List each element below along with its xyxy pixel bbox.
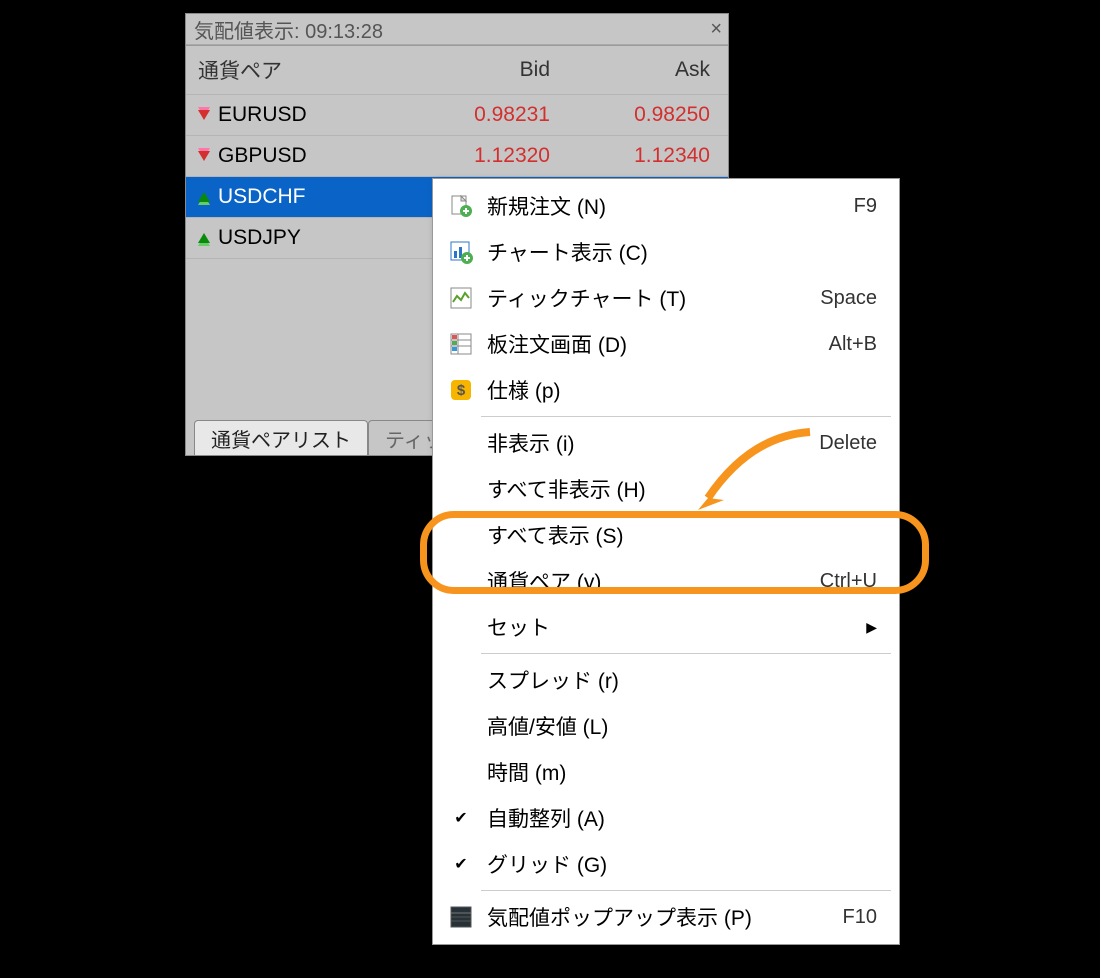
- menu-item[interactable]: チャート表示 (C): [435, 229, 897, 275]
- menu-shortcut: Delete: [819, 432, 877, 455]
- menu-label: 板注文画面 (D): [481, 329, 829, 359]
- arrow-down-icon: [198, 110, 210, 120]
- symbol-name: EURUSD: [218, 103, 307, 127]
- menu-item[interactable]: $ 仕様 (p): [435, 367, 897, 413]
- menu-shortcut: Alt+B: [829, 333, 877, 356]
- menu-shortcut: F10: [843, 906, 877, 929]
- menu-item[interactable]: 気配値ポップアップ表示 (P)F10: [435, 894, 897, 940]
- menu-item[interactable]: 新規注文 (N)F9: [435, 183, 897, 229]
- menu-item[interactable]: 時間 (m): [435, 749, 897, 795]
- header-bid: Bid: [400, 58, 560, 82]
- menu-label: 新規注文 (N): [481, 191, 854, 221]
- menu-label: 仕様 (p): [481, 375, 877, 405]
- symbol-name: USDJPY: [218, 226, 301, 250]
- header-pair: 通貨ペア: [186, 55, 400, 85]
- menu-item[interactable]: すべて非表示 (H): [435, 466, 897, 512]
- market-watch-title: 気配値表示: 09:13:28: [194, 15, 383, 44]
- header-ask: Ask: [560, 58, 728, 82]
- menu-label: グリッド (G): [481, 849, 877, 879]
- context-menu: 新規注文 (N)F9チャート表示 (C)ティックチャート (T)Space板注文…: [432, 178, 900, 945]
- menu-separator: [481, 890, 891, 891]
- menu-label: 自動整列 (A): [481, 803, 877, 833]
- symbol-name: USDCHF: [218, 185, 306, 209]
- spec-icon: $: [441, 378, 481, 402]
- menu-shortcut: Ctrl+U: [820, 570, 877, 593]
- menu-label: スプレッド (r): [481, 665, 877, 695]
- menu-label: 非表示 (i): [481, 428, 819, 458]
- close-icon[interactable]: ×: [710, 18, 722, 41]
- arrow-up-icon: [198, 192, 210, 202]
- svg-text:$: $: [457, 382, 466, 399]
- menu-label: すべて非表示 (H): [481, 474, 877, 504]
- ask-price: 0.98250: [560, 103, 728, 127]
- menu-shortcut: Space: [820, 287, 877, 310]
- check-icon: ✔: [441, 808, 481, 828]
- menu-item[interactable]: ✔自動整列 (A): [435, 795, 897, 841]
- menu-item[interactable]: スプレッド (r): [435, 657, 897, 703]
- menu-label: 高値/安値 (L): [481, 711, 877, 741]
- doc-plus-icon: [441, 194, 481, 218]
- menu-item[interactable]: すべて表示 (S): [435, 512, 897, 558]
- submenu-arrow-icon: ▶: [866, 619, 877, 636]
- popup-icon: [441, 905, 481, 929]
- arrow-up-icon: [198, 233, 210, 243]
- tick-icon: [441, 286, 481, 310]
- menu-item[interactable]: 非表示 (i)Delete: [435, 420, 897, 466]
- menu-item[interactable]: 板注文画面 (D)Alt+B: [435, 321, 897, 367]
- menu-label: ティックチャート (T): [481, 283, 820, 313]
- menu-label: 時間 (m): [481, 757, 877, 787]
- menu-item[interactable]: ✔グリッド (G): [435, 841, 897, 887]
- arrow-down-icon: [198, 151, 210, 161]
- symbol-row[interactable]: EURUSD 0.982310.98250: [186, 95, 728, 136]
- market-watch-header[interactable]: 通貨ペア Bid Ask: [186, 45, 728, 95]
- panel-tabs: 通貨ペアリスト ティッ: [194, 420, 461, 455]
- menu-separator: [481, 653, 891, 654]
- tab-symbol-list[interactable]: 通貨ペアリスト: [194, 420, 368, 455]
- menu-separator: [481, 416, 891, 417]
- symbol-row[interactable]: GBPUSD 1.123201.12340: [186, 136, 728, 177]
- menu-item[interactable]: 高値/安値 (L): [435, 703, 897, 749]
- ask-price: 1.12340: [560, 144, 728, 168]
- check-icon: ✔: [441, 854, 481, 874]
- menu-label: チャート表示 (C): [481, 237, 877, 267]
- menu-label: セット: [481, 612, 866, 642]
- chart-plus-icon: [441, 240, 481, 264]
- market-watch-titlebar[interactable]: 気配値表示: 09:13:28 ×: [186, 14, 728, 45]
- dom-icon: [441, 332, 481, 356]
- menu-label: 通貨ペア (y): [481, 566, 820, 596]
- menu-label: すべて表示 (S): [481, 520, 877, 550]
- menu-label: 気配値ポップアップ表示 (P): [481, 902, 843, 932]
- menu-item[interactable]: ティックチャート (T)Space: [435, 275, 897, 321]
- menu-item[interactable]: セット▶: [435, 604, 897, 650]
- bid-price: 0.98231: [400, 103, 560, 127]
- symbol-name: GBPUSD: [218, 144, 307, 168]
- menu-shortcut: F9: [854, 195, 877, 218]
- menu-item[interactable]: 通貨ペア (y)Ctrl+U: [435, 558, 897, 604]
- bid-price: 1.12320: [400, 144, 560, 168]
